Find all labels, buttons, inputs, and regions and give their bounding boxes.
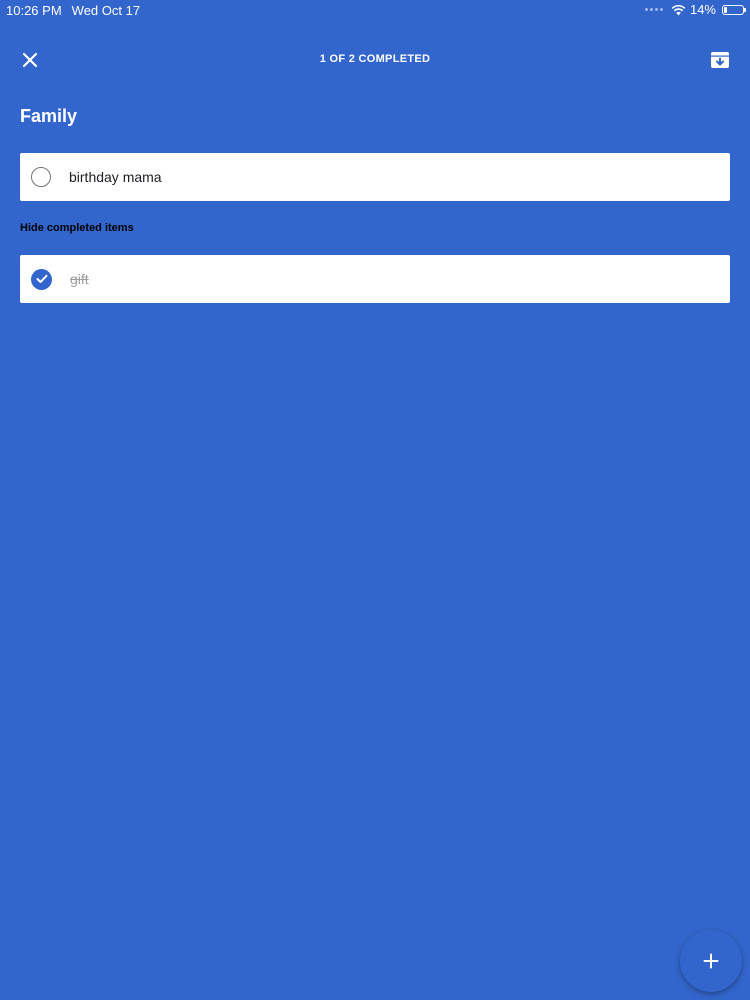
checkmark-icon <box>36 274 47 283</box>
archive-icon <box>711 52 729 68</box>
task-item[interactable]: birthday mama <box>20 153 730 201</box>
archive-button[interactable] <box>708 48 732 72</box>
unchecked-circle-icon[interactable] <box>31 167 51 187</box>
battery-level-fill <box>724 6 727 13</box>
completed-task-text: gift <box>70 271 89 287</box>
completion-progress: 1 OF 2 COMPLETED <box>319 53 431 65</box>
battery-icon <box>722 4 746 15</box>
hide-completed-toggle[interactable]: Hide completed items <box>20 222 134 234</box>
status-time-date: 10:26 PM Wed Oct 17 <box>6 3 140 18</box>
plus-icon <box>703 953 719 969</box>
task-list-screen: 10:26 PM Wed Oct 17 14% 1 OF 2 COMPLETED <box>0 0 750 1000</box>
cellular-dots-icon <box>644 8 663 11</box>
status-indicators: 14% <box>644 2 746 17</box>
status-bar: 10:26 PM Wed Oct 17 14% <box>0 0 750 22</box>
checked-circle-icon[interactable] <box>31 268 52 290</box>
completed-task-item[interactable]: gift <box>20 255 730 303</box>
add-task-button[interactable] <box>680 930 742 992</box>
status-date: Wed Oct 17 <box>71 3 141 18</box>
status-time: 10:26 PM <box>6 3 62 18</box>
list-title: Family <box>20 106 78 126</box>
task-text: birthday mama <box>69 169 162 185</box>
wifi-icon <box>671 4 686 15</box>
battery-percent: 14% <box>689 2 716 17</box>
